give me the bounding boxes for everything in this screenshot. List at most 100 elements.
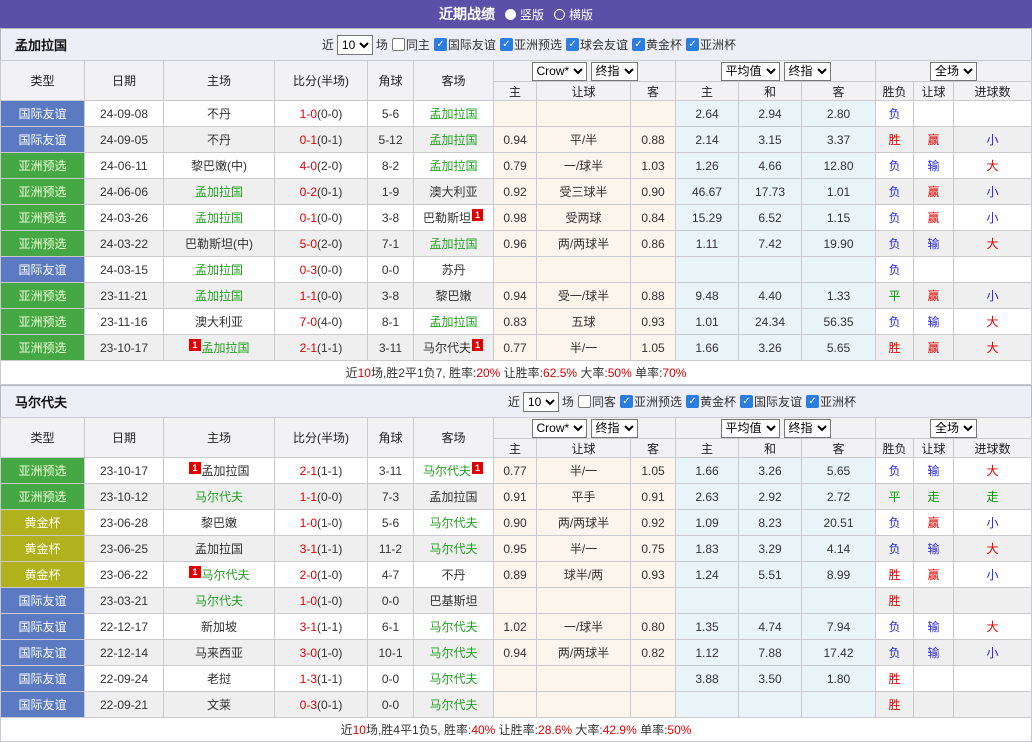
- fulltime-score: 5-0: [300, 237, 317, 251]
- away-team-cell: 马尔代夫: [414, 640, 494, 666]
- col-handicap-result: 让球: [914, 82, 954, 101]
- league-filter-checkbox[interactable]: ✓黄金杯: [631, 36, 682, 53]
- radio-vertical-layout[interactable]: 竖版: [505, 6, 544, 23]
- match-date-cell: 23-06-22: [85, 562, 164, 588]
- odds-handicap-cell: [537, 101, 631, 127]
- league-filter-checkbox[interactable]: ✓亚洲预选: [499, 36, 562, 53]
- average-select[interactable]: 平均值: [721, 419, 780, 438]
- halftime-score: (4-0): [317, 315, 342, 329]
- scope-select[interactable]: 全场: [930, 62, 977, 81]
- corner-cell: 0-0: [368, 257, 414, 283]
- match-date-cell: 23-10-12: [85, 484, 164, 510]
- odds-stage-select[interactable]: 终指: [591, 62, 638, 81]
- match-row: 亚洲预选23-10-171孟加拉国2-1(1-1)3-11马尔代夫10.77半/…: [1, 335, 1032, 361]
- col-goals-result: 进球数: [954, 439, 1032, 458]
- team-name: 孟加拉国: [202, 341, 250, 355]
- col-home: 主场: [164, 61, 275, 101]
- page: 近期战绩 竖版 横版 孟加拉国 近10场同主✓国际友谊✓亚洲预选✓球会友谊✓黄金…: [0, 0, 1032, 742]
- corner-cell: 0-0: [368, 588, 414, 614]
- avg-away-cell: [802, 692, 876, 718]
- match-row: 黄金杯23-06-25孟加拉国3-1(1-1)11-2马尔代夫0.95半/一0.…: [1, 536, 1032, 562]
- odds-handicap-cell: 两/两球半: [537, 640, 631, 666]
- average-select[interactable]: 平均值: [721, 62, 780, 81]
- match-date-cell: 23-10-17: [85, 335, 164, 361]
- avg-home-cell: 1.66: [676, 335, 739, 361]
- away-team-cell: 孟加拉国: [414, 101, 494, 127]
- handicap-result-cell: [914, 588, 954, 614]
- same-venue-checkbox[interactable]: 同主: [391, 36, 430, 53]
- stats-summary: 近10场,胜4平1负5, 胜率:40% 让胜率:28.6% 大率:42.9% 单…: [1, 718, 1032, 742]
- handicap-result-cell: [914, 101, 954, 127]
- col-away: 客场: [414, 418, 494, 458]
- avg-draw-cell: [739, 692, 802, 718]
- odds-away-cell: [631, 666, 676, 692]
- match-type-badge: 黄金杯: [1, 562, 85, 588]
- odds-home-cell: 0.90: [494, 510, 537, 536]
- col-avg-draw: 和: [739, 439, 802, 458]
- match-count-select[interactable]: 10: [523, 392, 559, 412]
- red-card-badge: 1: [189, 339, 200, 351]
- odds-stage-select[interactable]: 终指: [591, 419, 638, 438]
- handicap-result-cell: 输: [914, 309, 954, 335]
- handicap-result-cell: 赢: [914, 205, 954, 231]
- team-name: 马尔代夫: [423, 341, 471, 355]
- league-filter-checkbox[interactable]: ✓黄金杯: [685, 393, 736, 410]
- col-winloss: 胜负: [876, 439, 914, 458]
- score-cell: 0-2(0-1): [275, 179, 368, 205]
- halftime-score: (1-1): [317, 464, 342, 478]
- score-cell: 2-1(1-1): [275, 458, 368, 484]
- team-section-bangladesh: 孟加拉国 近10场同主✓国际友谊✓亚洲预选✓球会友谊✓黄金杯✓亚洲杯 类型 日期…: [0, 28, 1032, 385]
- avg-away-cell: 2.80: [802, 101, 876, 127]
- odds-handicap-cell: [537, 666, 631, 692]
- checkbox-checked-icon: ✓: [806, 395, 819, 408]
- fulltime-score: 1-0: [300, 594, 317, 608]
- goals-result-cell: 小: [954, 510, 1032, 536]
- match-row: 国际友谊24-09-05不丹0-1(0-1)5-12孟加拉国0.94平/半0.8…: [1, 127, 1032, 153]
- red-card-badge: 1: [472, 462, 483, 474]
- team-name: 澳大利亚: [429, 185, 477, 199]
- avg-away-cell: 19.90: [802, 231, 876, 257]
- col-odds-away: 客: [631, 82, 676, 101]
- winloss-result-cell: 胜: [876, 335, 914, 361]
- league-filter-checkbox[interactable]: ✓国际友谊: [433, 36, 496, 53]
- corner-cell: 1-9: [368, 179, 414, 205]
- league-filter-checkbox[interactable]: ✓亚洲杯: [685, 36, 736, 53]
- col-avg-home: 主: [676, 82, 739, 101]
- match-date-cell: 23-10-17: [85, 458, 164, 484]
- radio-horizontal-layout[interactable]: 横版: [554, 6, 593, 23]
- average-stage-select[interactable]: 终指: [784, 62, 831, 81]
- team-section-maldives: 马尔代夫 近10场同客✓亚洲预选✓黄金杯✓国际友谊✓亚洲杯 类型 日期 主场 比…: [0, 385, 1032, 742]
- halftime-score: (0-0): [317, 263, 342, 277]
- checkbox-checked-icon: ✓: [686, 38, 699, 51]
- match-type-badge: 亚洲预选: [1, 205, 85, 231]
- scope-select[interactable]: 全场: [930, 419, 977, 438]
- filter-near-label: 近: [322, 36, 334, 53]
- halftime-score: (1-0): [317, 594, 342, 608]
- avg-draw-cell: 4.66: [739, 153, 802, 179]
- winloss-result-cell: 负: [876, 309, 914, 335]
- league-filter-label: 亚洲预选: [514, 36, 562, 53]
- bookmaker-select[interactable]: Crow*: [532, 419, 587, 438]
- corner-cell: 3-8: [368, 283, 414, 309]
- odds-handicap-cell: 球半/两: [537, 562, 631, 588]
- checkbox-checked-icon: ✓: [686, 395, 699, 408]
- winloss-result-cell: 负: [876, 101, 914, 127]
- avg-away-cell: 5.65: [802, 458, 876, 484]
- match-count-select[interactable]: 10: [337, 35, 373, 55]
- odds-handicap-cell: 一/球半: [537, 153, 631, 179]
- odds-away-cell: 1.05: [631, 458, 676, 484]
- league-filter-checkbox[interactable]: ✓亚洲杯: [805, 393, 856, 410]
- score-cell: 0-3(0-0): [275, 257, 368, 283]
- home-team-cell: 1马尔代夫: [164, 562, 275, 588]
- same-venue-checkbox[interactable]: 同客: [577, 393, 616, 410]
- checkbox-checked-icon: ✓: [566, 38, 579, 51]
- league-filter-checkbox[interactable]: ✓国际友谊: [739, 393, 802, 410]
- halftime-score: (2-0): [317, 159, 342, 173]
- filter-bar: 近10场同主✓国际友谊✓亚洲预选✓球会友谊✓黄金杯✓亚洲杯: [322, 35, 736, 55]
- home-team-cell: 马尔代夫: [164, 588, 275, 614]
- bookmaker-select[interactable]: Crow*: [532, 62, 587, 81]
- league-filter-checkbox[interactable]: ✓球会友谊: [565, 36, 628, 53]
- winloss-result-cell: 负: [876, 153, 914, 179]
- average-stage-select[interactable]: 终指: [784, 419, 831, 438]
- league-filter-checkbox[interactable]: ✓亚洲预选: [619, 393, 682, 410]
